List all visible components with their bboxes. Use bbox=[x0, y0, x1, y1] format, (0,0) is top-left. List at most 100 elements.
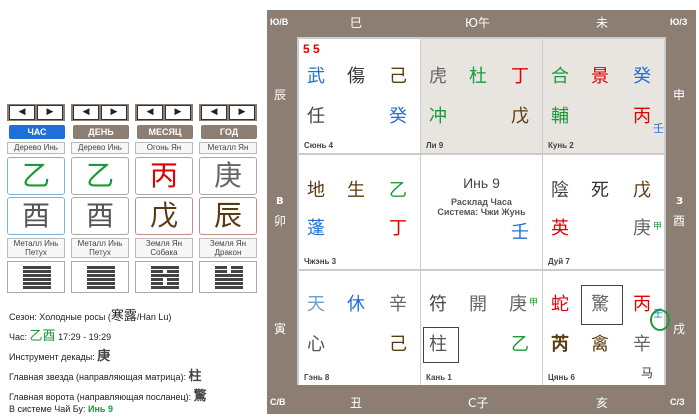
hour-prev-button[interactable]: ◀ bbox=[9, 105, 35, 120]
day-next-button[interactable]: ▶ bbox=[101, 105, 127, 120]
earth-stem-glyph: 戊 bbox=[511, 106, 529, 127]
stem-label-month: Огонь Ян bbox=[135, 142, 193, 154]
palace-name: Кань 1 bbox=[426, 373, 452, 382]
palace-kan-1[interactable]: 符 開 庚 甲 柱 乙 Кань 1 bbox=[421, 271, 542, 385]
palace-xun-4[interactable]: 5 5 武 傷 己 任 癸 Сюнь 4 bbox=[299, 39, 420, 153]
palace-zhen-3[interactable]: 地 生 乙 蓬 丁 Чжэнь 3 bbox=[299, 155, 420, 269]
second-star-glyph: 禽 bbox=[591, 334, 609, 355]
tab-day[interactable]: ДЕНЬ bbox=[73, 125, 129, 139]
branch-label-hour: Металл Инь Петух bbox=[7, 238, 65, 258]
stem-hour: 乙 bbox=[7, 157, 65, 195]
deity-glyph: 武 bbox=[307, 66, 325, 87]
gate-glyph: 驚 bbox=[591, 294, 609, 315]
gate-glyph: 開 bbox=[469, 294, 487, 315]
earth-stem-glyph: 己 bbox=[389, 334, 407, 355]
system-line: В системе Чай Бу: Инь 9 bbox=[9, 404, 113, 414]
palace-gen-8[interactable]: 天 休 辛 心 己 Гэнь 8 bbox=[299, 271, 420, 385]
frame-left-3: 卯 bbox=[274, 214, 287, 228]
star-glyph: 柱 bbox=[429, 334, 447, 355]
earth-stem-glyph: 辛 bbox=[633, 334, 651, 355]
palace-name: Кунь 2 bbox=[548, 141, 574, 150]
gate-glyph: 杜 bbox=[469, 66, 487, 87]
palace-name: Чжэнь 3 bbox=[304, 257, 337, 266]
month-prev-button[interactable]: ◀ bbox=[137, 105, 163, 120]
corner-sw: С/В bbox=[270, 397, 286, 407]
heaven-stem-glyph: 乙 bbox=[389, 180, 407, 201]
year-next-button[interactable]: ▶ bbox=[229, 105, 255, 120]
stem-year: 庚 bbox=[199, 157, 257, 195]
center-stem-glyph: 壬 bbox=[511, 222, 529, 243]
gate-glyph: 死 bbox=[591, 180, 609, 201]
gate-line: Главная ворота (направляющая посланец): … bbox=[9, 389, 207, 404]
day-prev-button[interactable]: ◀ bbox=[73, 105, 99, 120]
branch-label-month: Земля Ян Собака bbox=[135, 238, 193, 258]
hexagram-icon bbox=[135, 261, 193, 293]
branch-day: 酉 bbox=[71, 197, 129, 235]
palace-name: Ли 9 bbox=[426, 141, 444, 150]
branch-year: 辰 bbox=[199, 197, 257, 235]
stem-label-day: Дерево Инь bbox=[71, 142, 129, 154]
hexagram-icon bbox=[199, 261, 257, 293]
palace-name: Цянь 6 bbox=[548, 373, 575, 382]
season-line: Сезон: Холодные росы (寒露/Han Lu) bbox=[9, 309, 172, 324]
star-glyph: 蓬 bbox=[307, 218, 325, 239]
palace-li-9[interactable]: 虎 杜 丁 冲 戊 Ли 9 bbox=[421, 39, 542, 153]
frame-left-1: 辰 bbox=[274, 88, 287, 102]
deity-glyph: 地 bbox=[307, 180, 325, 201]
hidden-stem-glyph: 甲 bbox=[529, 298, 539, 308]
chart-system: Система: Чжи Жунь bbox=[437, 207, 526, 217]
deity-glyph: 合 bbox=[551, 66, 569, 87]
earth-stem-glyph: 癸 bbox=[389, 106, 407, 127]
gate-glyph: 生 bbox=[347, 180, 365, 201]
tab-month[interactable]: МЕСЯЦ bbox=[137, 125, 193, 139]
heaven-stem-glyph: 己 bbox=[389, 66, 407, 87]
heaven-stem-glyph: 丙 bbox=[633, 294, 651, 315]
palace-number: 5 5 bbox=[303, 42, 320, 56]
chart-title: Инь 9 bbox=[463, 175, 500, 191]
deity-glyph: 蛇 bbox=[551, 294, 569, 315]
stem-month: 丙 bbox=[135, 157, 193, 195]
earth-stem-glyph: 庚 bbox=[633, 218, 651, 239]
heaven-stem-glyph: 戊 bbox=[633, 180, 651, 201]
frame-bottom-1: 丑 bbox=[350, 396, 363, 410]
tab-hour[interactable]: ЧАС bbox=[9, 125, 65, 139]
frame-top-1: 巳 bbox=[350, 16, 363, 30]
heaven-stem-glyph: 庚 bbox=[509, 294, 527, 315]
tab-year[interactable]: ГОД bbox=[201, 125, 257, 139]
frame-left-2: В bbox=[276, 196, 284, 207]
chart-layout: Расклад Часа bbox=[451, 197, 512, 207]
palace-kun-2[interactable]: 合 景 癸 輔 丙 壬 Кунь 2 bbox=[543, 39, 664, 153]
frame-top-3: 未 bbox=[596, 16, 609, 30]
corner-se: С/З bbox=[670, 397, 685, 407]
year-prev-button[interactable]: ◀ bbox=[201, 105, 227, 120]
palace-name: Гэнь 8 bbox=[304, 373, 330, 382]
palace-qian-6[interactable]: 蛇 驚 丙 壬 芮 禽 辛 马 Цянь 6 bbox=[543, 271, 670, 385]
horse-star-glyph: 马 bbox=[641, 366, 654, 380]
palace-dui-7[interactable]: 陰 死 戊 英 庚 甲 Дуй 7 bbox=[543, 155, 664, 269]
frame-left-4: 寅 bbox=[274, 322, 287, 336]
frame-bottom-3: 亥 bbox=[596, 396, 609, 410]
month-next-button[interactable]: ▶ bbox=[165, 105, 191, 120]
palace-name: Дуй 7 bbox=[548, 257, 570, 266]
hour-line: Час: 乙酉 17:29 - 19:29 bbox=[9, 329, 112, 344]
frame-right-1: 申 bbox=[673, 88, 686, 102]
star-glyph: 心 bbox=[307, 334, 325, 355]
hour-next-button[interactable]: ▶ bbox=[37, 105, 63, 120]
palace-grid: 5 5 武 傷 己 任 癸 Сюнь 4 虎 杜 丁 冲 戊 Ли 9 合 景 … bbox=[297, 37, 670, 385]
star-glyph: 冲 bbox=[429, 106, 447, 127]
heaven-stem-glyph: 丁 bbox=[511, 66, 529, 87]
gate-glyph: 傷 bbox=[347, 66, 365, 87]
hexagram-icon bbox=[7, 261, 65, 293]
palace-name: Сюнь 4 bbox=[304, 141, 334, 150]
star-glyph: 任 bbox=[307, 106, 325, 127]
frame-right-2: З bbox=[676, 196, 684, 207]
stem-label-hour: Дерево Инь bbox=[7, 142, 65, 154]
frame-bottom-2: С子 bbox=[468, 396, 489, 410]
star-glyph: 輔 bbox=[551, 106, 569, 127]
branch-hour: 酉 bbox=[7, 197, 65, 235]
stem-day: 乙 bbox=[71, 157, 129, 195]
hexagram-icon bbox=[71, 261, 129, 293]
branch-month: 戊 bbox=[135, 197, 193, 235]
earth-stem-glyph: 丙 bbox=[633, 106, 651, 127]
hidden-stem-circle bbox=[650, 309, 670, 331]
